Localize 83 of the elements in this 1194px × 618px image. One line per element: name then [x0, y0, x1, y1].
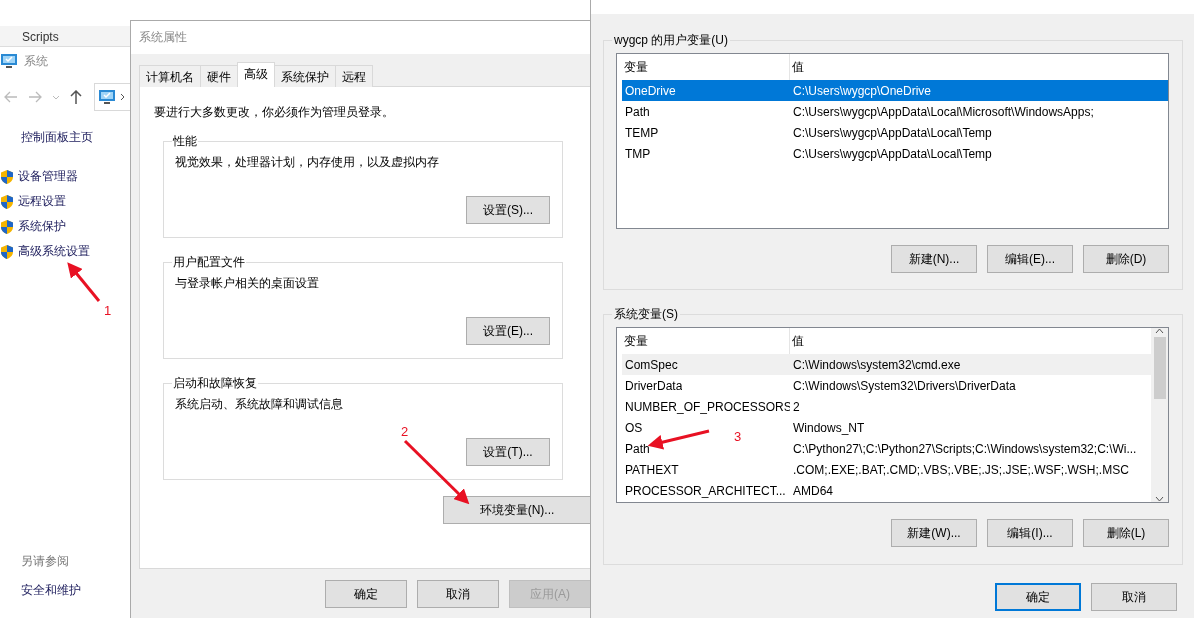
- shield-icon: [0, 218, 14, 235]
- column-header[interactable]: 值: [790, 54, 1168, 80]
- computer-icon: [98, 89, 116, 105]
- annotation-number: 2: [401, 424, 409, 439]
- variable-name: Path: [624, 441, 650, 456]
- dialog-button[interactable]: 删除(L): [1083, 519, 1169, 547]
- group-title: 用户配置文件: [172, 254, 246, 271]
- settings-button[interactable]: 设置(T)...: [466, 438, 550, 466]
- folder-name: Scripts: [22, 30, 59, 44]
- group-title: 系统变量(S): [613, 306, 679, 323]
- group-title: wygcp 的用户变量(U): [613, 32, 729, 49]
- scroll-down-icon: [1155, 496, 1164, 502]
- sidebar-link[interactable]: 安全和维护: [0, 582, 131, 599]
- dialog-button[interactable]: 编辑(E)...: [987, 245, 1073, 273]
- annotation-arrow: [67, 262, 101, 302]
- annotation-arrow: [403, 439, 470, 505]
- list-row[interactable]: OneDrive C:\Users\wygcp\OneDrive: [622, 80, 1168, 101]
- variable-value: C:\Windows\System32\Drivers\DriverData: [792, 378, 1016, 393]
- shield-icon: [0, 193, 14, 210]
- environment-variables-button[interactable]: 环境变量(N)...: [443, 496, 591, 524]
- variable-value: 2: [792, 399, 800, 414]
- variable-value: C:\Users\wygcp\AppData\Local\Microsoft\WindowsApps;: [792, 104, 1094, 119]
- shield-icon: [0, 168, 14, 185]
- sidebar-link[interactable]: 远程设置: [18, 193, 66, 210]
- tab[interactable]: 计算机名: [139, 65, 201, 87]
- group-description: 系统启动、系统故障和调试信息: [175, 396, 343, 413]
- settings-button[interactable]: 设置(S)...: [466, 196, 550, 224]
- variable-name: ComSpec: [624, 357, 678, 372]
- group-title: 启动和故障恢复: [172, 375, 258, 392]
- forward-arrow-icon: [28, 91, 42, 103]
- list-row[interactable]: ComSpec C:\Windows\system32\cmd.exe: [622, 354, 1151, 375]
- variable-name: Path: [624, 104, 650, 119]
- variable-name: DriverData: [624, 378, 683, 393]
- variable-value: AMD64: [792, 483, 833, 498]
- variable-name: OneDrive: [624, 83, 676, 98]
- group-title: 性能: [172, 133, 198, 150]
- caret-icon: [52, 94, 60, 100]
- dialog-button[interactable]: 取消: [417, 580, 499, 608]
- sidebar-link[interactable]: 系统保护: [18, 218, 66, 235]
- group-description: 视觉效果，处理器计划，内存使用，以及虚拟内存: [175, 154, 439, 171]
- variable-name: TEMP: [624, 125, 659, 140]
- sidebar-link[interactable]: 高级系统设置: [18, 243, 90, 260]
- annotation-number: 1: [104, 303, 112, 318]
- shield-icon: [0, 243, 14, 260]
- scrollbar-thumb[interactable]: [1153, 337, 1166, 399]
- dialog-button[interactable]: 编辑(I)...: [987, 519, 1073, 547]
- variable-name: TMP: [624, 146, 651, 161]
- tab[interactable]: 系统保护: [274, 65, 336, 87]
- sidebar-link[interactable]: 设备管理器: [18, 168, 78, 185]
- tab[interactable]: 远程: [335, 65, 373, 87]
- variable-value: .COM;.EXE;.BAT;.CMD;.VBS;.VBE;.JS;.JSE;.WSF;.WSH;.MSC: [792, 462, 1129, 477]
- variable-value: C:\Windows\system32\cmd.exe: [792, 357, 961, 372]
- dialog-button[interactable]: 确定: [995, 583, 1081, 611]
- variable-value: C:\Users\wygcp\OneDrive: [792, 83, 932, 98]
- up-arrow-icon: [70, 90, 82, 104]
- dialog-button[interactable]: 删除(D): [1083, 245, 1169, 273]
- scrollbar[interactable]: [1151, 328, 1168, 502]
- sidebar-link[interactable]: 控制面板主页: [0, 129, 131, 146]
- column-header[interactable]: 值: [790, 328, 1151, 354]
- tab[interactable]: 硬件: [200, 65, 238, 87]
- window-title: 系统: [24, 52, 48, 70]
- settings-button[interactable]: 设置(E)...: [466, 317, 550, 345]
- variable-value: C:\Users\wygcp\AppData\Local\Temp: [792, 146, 992, 161]
- dialog-button[interactable]: 新建(W)...: [891, 519, 977, 547]
- scroll-up-icon: [1155, 328, 1164, 334]
- back-arrow-icon: [4, 91, 18, 103]
- dialog-button[interactable]: 确定: [325, 580, 407, 608]
- dialog-button[interactable]: 取消: [1091, 583, 1177, 611]
- tab[interactable]: 高级: [237, 62, 275, 87]
- variable-name: PROCESSOR_ARCHITECT...: [624, 483, 786, 498]
- variable-value: Windows_NT: [792, 420, 865, 435]
- dialog-button[interactable]: 新建(N)...: [891, 245, 977, 273]
- variable-name: OS: [624, 420, 643, 435]
- variable-value: C:\Python27\;C:\Python27\Scripts;C:\Windows\system32;C:\Wi...: [792, 441, 1137, 456]
- variable-name: PATHEXT: [624, 462, 679, 477]
- window-title: 系统属性: [139, 29, 187, 46]
- annotation-arrow: [647, 429, 710, 450]
- annotation-number: 3: [734, 429, 742, 444]
- variable-value: C:\Users\wygcp\AppData\Local\Temp: [792, 125, 992, 140]
- notice-text: 要进行大多数更改，你必须作为管理员登录。: [154, 104, 395, 121]
- group-description: 与登录帐户相关的桌面设置: [175, 275, 319, 292]
- chevron-icon: [120, 93, 125, 101]
- section-heading: 另请参阅: [20, 553, 70, 570]
